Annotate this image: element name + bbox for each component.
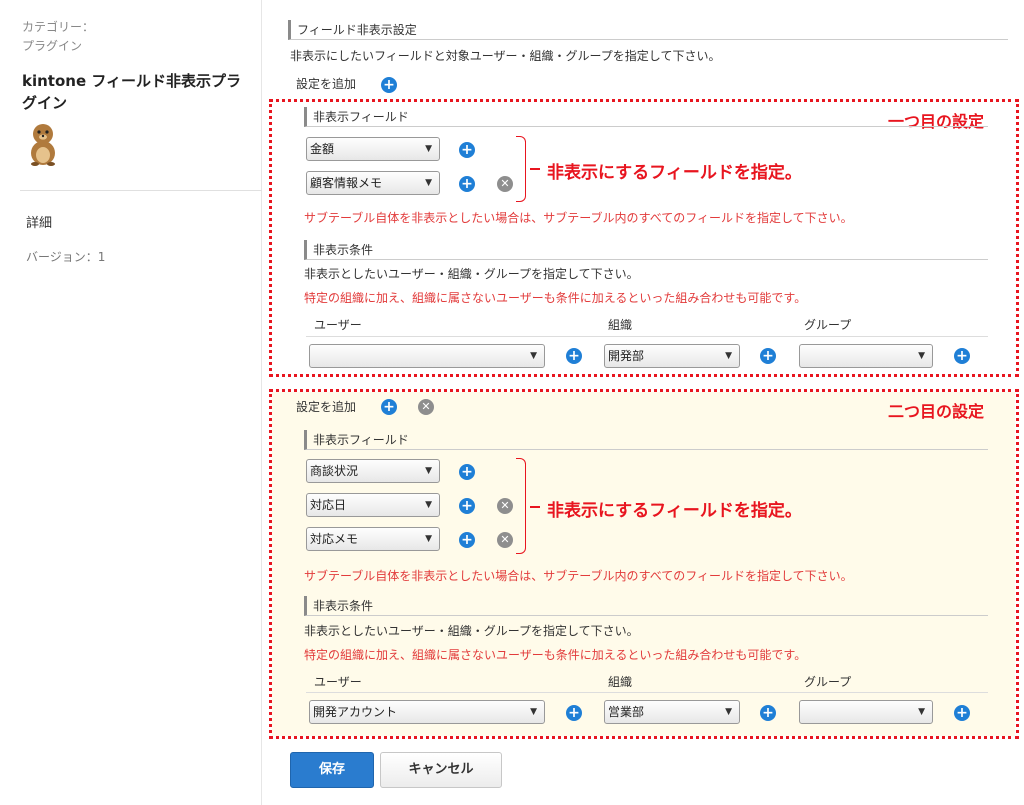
triangle-down-icon: ▼ (530, 707, 537, 717)
setting-2-user-header: ユーザー (314, 675, 362, 689)
add-setting-label: 設定を追加 (296, 77, 357, 91)
setting-1-field-select-2[interactable]: 顧客情報メモ ▼ (306, 171, 440, 195)
setting-1-conditions-header: 非表示条件 (304, 240, 988, 260)
triangle-down-icon: ▼ (530, 351, 537, 361)
triangle-down-icon: ▼ (918, 707, 925, 717)
setting-2-annotation-dash (530, 506, 540, 508)
sidebar-divider (20, 190, 262, 191)
setting-2-label: 二つ目の設定 (888, 402, 985, 421)
setting-2-conditions-desc: 非表示としたいユーザー・組織・グループを指定して下さい。 (304, 624, 639, 638)
setting-1-group-add-button[interactable]: + (954, 348, 970, 364)
triangle-down-icon: ▼ (425, 466, 432, 476)
setting-2-add-setting-label: 設定を追加 (296, 400, 357, 414)
setting-2-field-3-remove-button[interactable]: ✕ (497, 532, 513, 548)
add-setting-button[interactable]: + (381, 77, 397, 93)
category-info: カテゴリー： プラグイン (22, 18, 94, 56)
setting-2-field-2-remove-button[interactable]: ✕ (497, 498, 513, 514)
main-description: 非表示にしたいフィールドと対象ユーザー・組織・グループを指定して下さい。 (290, 49, 721, 63)
setting-2-user-select[interactable]: 開発アカウント ▼ (309, 700, 545, 724)
setting-2-bracket (516, 458, 526, 554)
detail-link[interactable]: 詳細 (26, 212, 52, 231)
setting-2-field-3-add-button[interactable]: + (459, 532, 475, 548)
setting-1-field-2-remove-button[interactable]: ✕ (497, 176, 513, 192)
setting-2-column-divider (306, 692, 988, 693)
setting-2-field-1-add-button[interactable]: + (459, 464, 475, 480)
plugin-title: kintone フィールド非表示プラグイン (22, 72, 242, 112)
triangle-down-icon: ▼ (425, 534, 432, 544)
setting-1-annotation-dash (530, 168, 540, 170)
setting-1-field-2-add-button[interactable]: + (459, 176, 475, 192)
setting-1-org-select[interactable]: 開発部 ▼ (604, 344, 740, 368)
setting-2-user-add-button[interactable]: + (566, 705, 582, 721)
cancel-button[interactable]: キャンセル (380, 752, 502, 788)
setting-1-conditions-desc: 非表示としたいユーザー・組織・グループを指定して下さい。 (304, 267, 639, 281)
setting-2-org-add-button[interactable]: + (760, 705, 776, 721)
setting-2-remove-setting-button[interactable]: ✕ (418, 399, 434, 415)
category-label: カテゴリー： (22, 20, 95, 34)
setting-2-field-2-add-button[interactable]: + (459, 498, 475, 514)
setting-2-group-header: グループ (804, 675, 852, 689)
triangle-down-icon: ▼ (425, 500, 432, 510)
setting-2-group-add-button[interactable]: + (954, 705, 970, 721)
save-button[interactable]: 保存 (290, 752, 374, 788)
setting-1-conditions-note: 特定の組織に加え、組織に属さないユーザーも条件に加えるといった組み合わせも可能で… (304, 291, 807, 305)
triangle-down-icon: ▼ (725, 351, 732, 361)
triangle-down-icon: ▼ (425, 144, 432, 154)
setting-1-org-header: 組織 (608, 318, 633, 332)
setting-2-fields-annotation: 非表示にするフィールドを指定。 (547, 501, 802, 521)
setting-1-column-divider (306, 336, 988, 337)
setting-1-field-select-1[interactable]: 金額 ▼ (306, 137, 440, 161)
setting-2-add-setting-button[interactable]: + (381, 399, 397, 415)
setting-2-group-select[interactable]: ▼ (799, 700, 933, 724)
setting-2-subtable-note: サブテーブル自体を非表示としたい場合は、サブテーブル内のすべてのフィールドを指定… (304, 569, 853, 583)
version-label: バージョン：1 (26, 250, 106, 264)
triangle-down-icon: ▼ (725, 707, 732, 717)
setting-1-field-1-add-button[interactable]: + (459, 142, 475, 158)
setting-1-subtable-note: サブテーブル自体を非表示としたい場合は、サブテーブル内のすべてのフィールドを指定… (304, 211, 853, 225)
sidebar: カテゴリー： プラグイン kintone フィールド非表示プラグイン 詳細 バー… (0, 0, 262, 805)
triangle-down-icon: ▼ (918, 351, 925, 361)
setting-1-fields-header: 非表示フィールド (304, 107, 988, 127)
setting-2-conditions-note: 特定の組織に加え、組織に属さないユーザーも条件に加えるといった組み合わせも可能で… (304, 648, 807, 662)
setting-2-conditions-header: 非表示条件 (304, 596, 988, 616)
setting-1-user-header: ユーザー (314, 318, 362, 332)
setting-1-bracket (516, 136, 526, 202)
setting-1-user-select[interactable]: ▼ (309, 344, 545, 368)
setting-2-fields-header: 非表示フィールド (304, 430, 988, 450)
setting-2-field-select-1[interactable]: 商談状況 ▼ (306, 459, 440, 483)
setting-1-user-add-button[interactable]: + (566, 348, 582, 364)
mascot-icon (31, 124, 55, 166)
setting-1-fields-annotation: 非表示にするフィールドを指定。 (547, 163, 802, 183)
setting-1-group-header: グループ (804, 318, 852, 332)
setting-2-field-select-3[interactable]: 対応メモ ▼ (306, 527, 440, 551)
setting-2-field-select-2[interactable]: 対応日 ▼ (306, 493, 440, 517)
setting-1-group-select[interactable]: ▼ (799, 344, 933, 368)
triangle-down-icon: ▼ (425, 178, 432, 188)
category-value: プラグイン (22, 39, 83, 53)
setting-1-org-add-button[interactable]: + (760, 348, 776, 364)
setting-2-org-select[interactable]: 営業部 ▼ (604, 700, 740, 724)
setting-2-org-header: 組織 (608, 675, 633, 689)
section-title: フィールド非表示設定 (288, 20, 1008, 40)
